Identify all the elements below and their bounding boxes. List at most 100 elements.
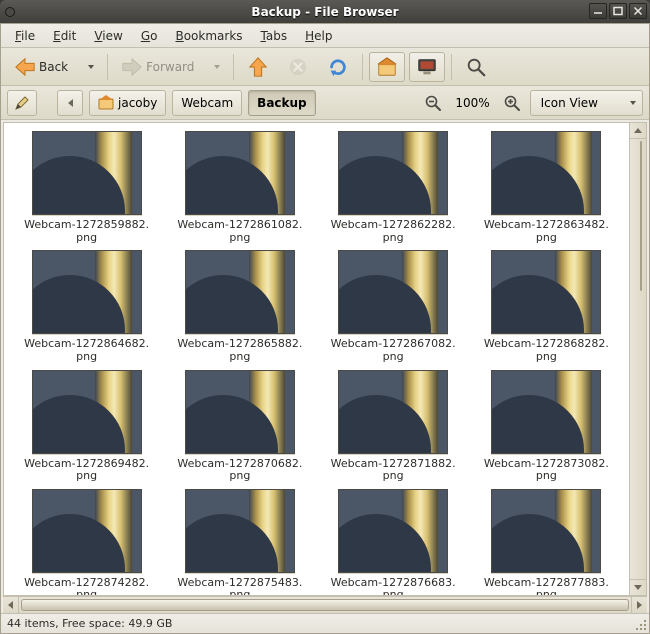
scroll-track[interactable]	[19, 597, 631, 613]
breadcrumb-home[interactable]: jacoby	[89, 90, 166, 116]
file-item[interactable]: Webcam-1272876683. png	[317, 489, 470, 595]
file-thumbnail	[338, 489, 448, 573]
pencil-icon	[14, 95, 30, 111]
file-thumbnail	[185, 370, 295, 454]
file-name: Webcam-1272862282. png	[331, 219, 456, 244]
content-area: Webcam-1272859882. png Webcam-1272861082.…	[3, 122, 647, 596]
chevron-down-icon	[630, 101, 636, 105]
file-item[interactable]: Webcam-1272864682. png	[10, 250, 163, 363]
file-item[interactable]: Webcam-1272861082. png	[163, 131, 316, 244]
search-button[interactable]	[458, 52, 494, 82]
minimize-button[interactable]	[589, 3, 607, 19]
up-button[interactable]	[240, 52, 276, 82]
chevron-left-icon	[68, 99, 73, 107]
toolbar-separator	[107, 54, 108, 80]
search-icon	[465, 56, 487, 78]
back-button[interactable]: Back	[7, 52, 75, 82]
chevron-right-icon	[637, 601, 642, 609]
toolbar-separator	[233, 54, 234, 80]
file-item[interactable]: Webcam-1272869482. png	[10, 370, 163, 483]
close-button[interactable]	[629, 3, 647, 19]
breadcrumb-label: Backup	[257, 96, 306, 110]
file-item[interactable]: Webcam-1272862282. png	[317, 131, 470, 244]
zoom-out-icon	[424, 94, 442, 112]
status-text: 44 items, Free space: 49.9 GB	[7, 617, 172, 630]
forward-label: Forward	[146, 60, 194, 74]
file-item[interactable]: Webcam-1272870682. png	[163, 370, 316, 483]
reload-icon	[327, 56, 349, 78]
file-thumbnail	[491, 131, 601, 215]
window-title: Backup - File Browser	[0, 5, 650, 19]
zoom-in-button[interactable]	[500, 88, 524, 118]
location-bar: jacoby Webcam Backup 100% Icon View	[1, 86, 649, 120]
file-item[interactable]: Webcam-1272877883. png	[470, 489, 623, 595]
edit-location-button[interactable]	[7, 90, 37, 116]
file-item[interactable]: Webcam-1272868282. png	[470, 250, 623, 363]
forward-history-button	[205, 52, 227, 82]
breadcrumb-prev-button[interactable]	[57, 90, 83, 116]
file-item[interactable]: Webcam-1272874282. png	[10, 489, 163, 595]
menu-go[interactable]: Go	[133, 26, 166, 46]
computer-icon	[416, 56, 438, 78]
home-button[interactable]	[369, 52, 405, 82]
scroll-down-button[interactable]	[630, 579, 646, 595]
view-mode-select[interactable]: Icon View	[530, 90, 643, 116]
toolbar-separator	[362, 54, 363, 80]
maximize-button[interactable]	[609, 3, 627, 19]
menu-bookmarks[interactable]: Bookmarks	[167, 26, 250, 46]
file-thumbnail	[32, 250, 142, 334]
folder-home-icon	[98, 95, 114, 111]
titlebar[interactable]: Backup - File Browser	[0, 0, 650, 23]
file-name: Webcam-1272869482. png	[24, 458, 149, 483]
back-history-button[interactable]	[79, 52, 101, 82]
scroll-thumb[interactable]	[640, 141, 642, 291]
zoom-in-icon	[503, 94, 521, 112]
file-name: Webcam-1272861082. png	[177, 219, 302, 244]
menu-edit[interactable]: Edit	[45, 26, 84, 46]
menubar: File Edit View Go Bookmarks Tabs Help	[1, 24, 649, 48]
forward-arrow-icon	[121, 56, 143, 78]
file-name: Webcam-1272875483. png	[177, 577, 302, 595]
file-thumbnail	[491, 489, 601, 573]
breadcrumb-label: jacoby	[118, 96, 157, 110]
file-item[interactable]: Webcam-1272867082. png	[317, 250, 470, 363]
file-name: Webcam-1272867082. png	[331, 338, 456, 363]
file-thumbnail	[185, 489, 295, 573]
computer-button[interactable]	[409, 52, 445, 82]
back-arrow-icon	[14, 56, 36, 78]
toolbar-separator	[451, 54, 452, 80]
chevron-left-icon	[8, 601, 13, 609]
reload-button[interactable]	[320, 52, 356, 82]
statusbar: 44 items, Free space: 49.9 GB	[1, 613, 649, 633]
horizontal-scrollbar[interactable]	[3, 596, 647, 613]
vertical-scrollbar[interactable]	[629, 123, 646, 595]
icon-view[interactable]: Webcam-1272859882. png Webcam-1272861082.…	[4, 123, 629, 595]
zoom-out-button[interactable]	[421, 88, 445, 118]
stop-icon	[287, 56, 309, 78]
file-item[interactable]: Webcam-1272865882. png	[163, 250, 316, 363]
view-mode-label: Icon View	[541, 96, 598, 110]
file-name: Webcam-1272859882. png	[24, 219, 149, 244]
scroll-right-button[interactable]	[631, 597, 647, 613]
menu-help[interactable]: Help	[297, 26, 340, 46]
file-thumbnail	[32, 131, 142, 215]
menu-view[interactable]: View	[86, 26, 130, 46]
file-item[interactable]: Webcam-1272863482. png	[470, 131, 623, 244]
scroll-up-button[interactable]	[630, 123, 646, 139]
file-item[interactable]: Webcam-1272859882. png	[10, 131, 163, 244]
file-thumbnail	[491, 250, 601, 334]
scroll-thumb[interactable]	[21, 599, 629, 611]
file-thumbnail	[338, 370, 448, 454]
menu-tabs[interactable]: Tabs	[253, 26, 296, 46]
file-item[interactable]: Webcam-1272873082. png	[470, 370, 623, 483]
breadcrumb-webcam[interactable]: Webcam	[172, 90, 242, 116]
file-item[interactable]: Webcam-1272871882. png	[317, 370, 470, 483]
forward-button: Forward	[114, 52, 201, 82]
resize-grip[interactable]	[633, 617, 647, 631]
breadcrumb-backup[interactable]: Backup	[248, 90, 315, 116]
scroll-left-button[interactable]	[3, 597, 19, 613]
menu-file[interactable]: File	[7, 26, 43, 46]
back-label: Back	[39, 60, 68, 74]
file-name: Webcam-1272868282. png	[484, 338, 609, 363]
file-item[interactable]: Webcam-1272875483. png	[163, 489, 316, 595]
